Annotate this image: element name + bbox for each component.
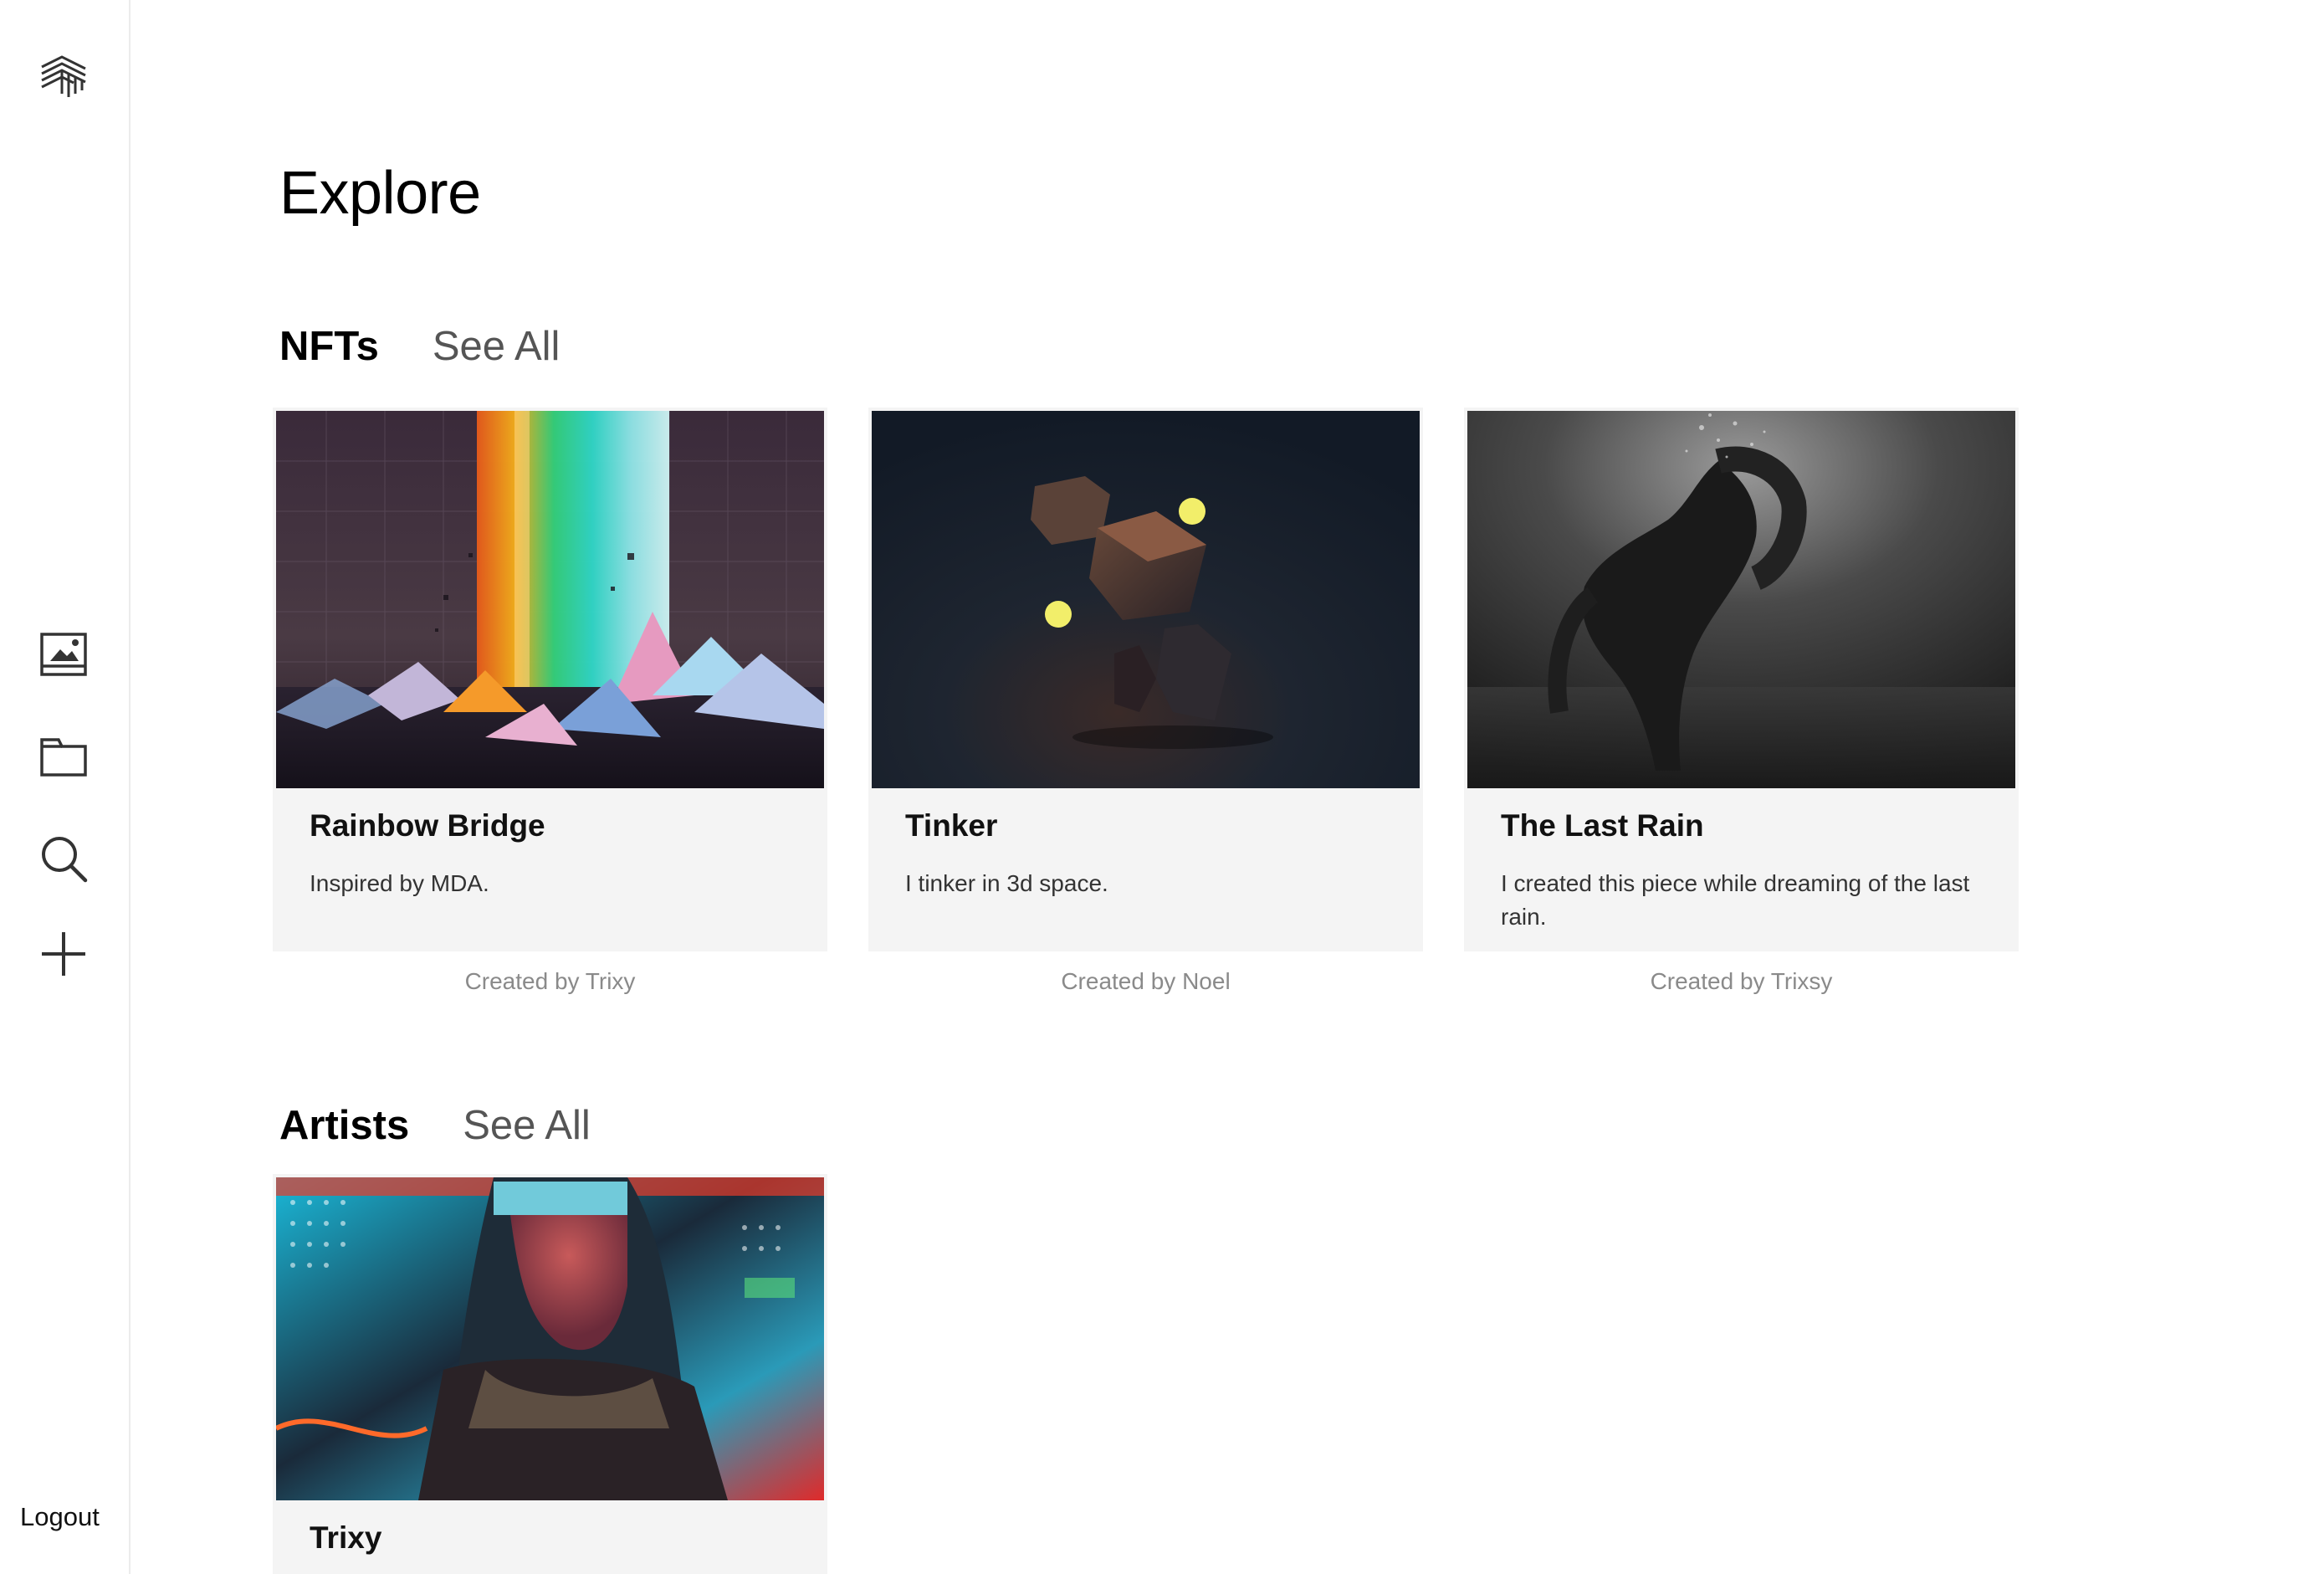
main-content: Explore NFTs See All Rainbow Bridge Insp… [131, 0, 2324, 1574]
nft-title: Tinker [905, 808, 998, 843]
sidebar: Logout [0, 0, 131, 1574]
nfts-heading: NFTs [279, 324, 379, 369]
nft-description: I tinker in 3d space. [905, 870, 1108, 896]
nfts-section-header: NFTs See All [279, 323, 560, 370]
plus-icon[interactable] [37, 927, 90, 981]
folder-icon[interactable] [37, 730, 90, 783]
nft-creator: Created by Trixsy [1650, 968, 1833, 994]
nft-description: Inspired by MDA. [310, 870, 489, 896]
artists-heading: Artists [279, 1103, 410, 1148]
nft-title: Rainbow Bridge [310, 808, 545, 843]
artists-section-header: Artists See All [279, 1102, 591, 1149]
artist-image-trixy [276, 1177, 824, 1500]
nft-card-rainbow-bridge[interactable]: Rainbow Bridge Inspired by MDA. [273, 408, 827, 951]
artists-see-all-link[interactable]: See All [463, 1102, 591, 1149]
nft-card-tinker[interactable]: Tinker I tinker in 3d space. [868, 408, 1423, 951]
nft-image-tinker [872, 411, 1420, 788]
page-title: Explore [279, 160, 481, 227]
image-icon[interactable] [37, 628, 90, 681]
nft-creator: Created by Trixy [464, 968, 636, 994]
logout-link[interactable]: Logout [20, 1502, 100, 1532]
nfts-see-all-link[interactable]: See All [433, 323, 561, 370]
nft-card-the-last-rain[interactable]: The Last Rain I created this piece while… [1464, 408, 2019, 951]
search-icon[interactable] [37, 832, 90, 885]
artist-name: Trixy [310, 1520, 382, 1555]
nft-title: The Last Rain [1501, 808, 1704, 843]
nft-image-the-last-rain [1467, 411, 2015, 788]
logo-icon[interactable] [37, 49, 90, 102]
nft-image-rainbow-bridge [276, 411, 824, 788]
nft-description: I created this piece while dreaming of t… [1501, 870, 1970, 930]
artist-card-trixy[interactable]: Trixy [273, 1174, 827, 1574]
nft-creator: Created by Noel [1061, 968, 1231, 994]
